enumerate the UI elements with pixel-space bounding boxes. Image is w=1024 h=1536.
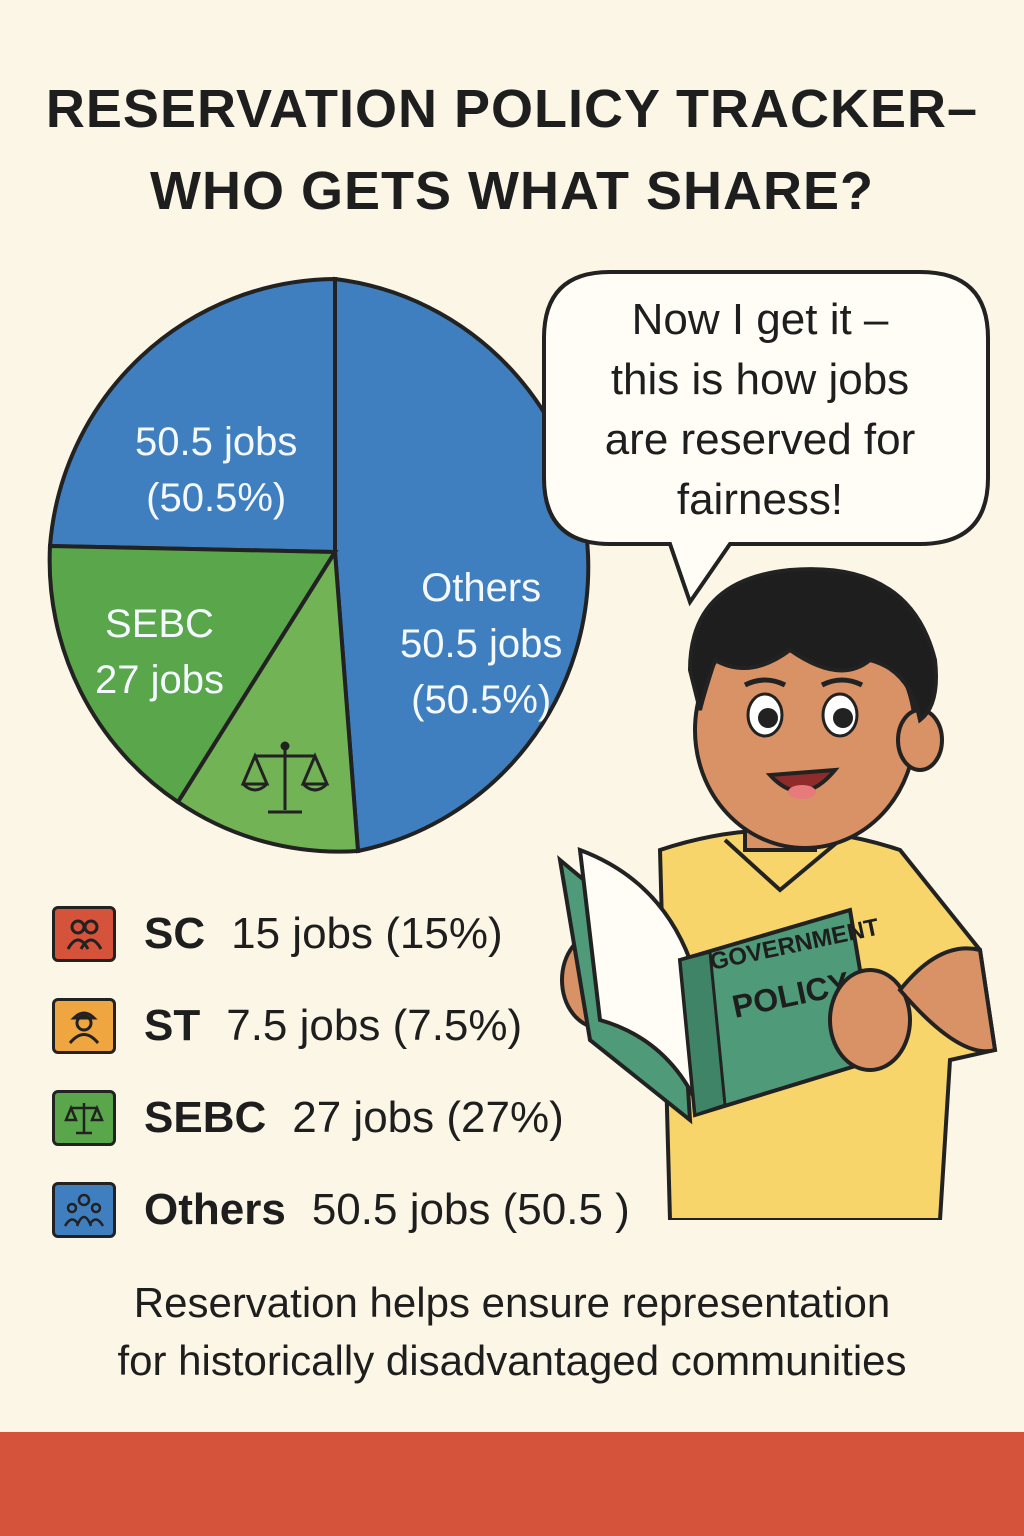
legend-item-others: Others 50.5 jobs (50.5 )	[52, 1164, 630, 1256]
pie-label-upper-left-line2: (50.5%)	[146, 476, 287, 520]
pie-label-others-line1: Others	[421, 566, 542, 610]
legend-value-sebc: 27 jobs (27%)	[292, 1093, 564, 1142]
pie-label-others: Others 50.5 jobs (50.5%)	[400, 560, 562, 728]
page-title: RESERVATION POLICY TRACKER– WHO GETS WHA…	[0, 68, 1024, 232]
footer-caption: Reservation helps ensure representation …	[0, 1274, 1024, 1390]
legend-value-others: 50.5 jobs (50.5 )	[311, 1185, 630, 1234]
pie-label-upper-left: 50.5 jobs (50.5%)	[135, 414, 297, 526]
footer-line-1: Reservation helps ensure representation	[133, 1279, 891, 1326]
speech-text: Now I get it – this is how jobs are rese…	[560, 290, 960, 530]
legend-name-sebc: SEBC	[144, 1093, 267, 1142]
pie-label-others-line3: (50.5%)	[411, 678, 552, 722]
legend-item-st: ST 7.5 jobs (7.5%)	[52, 980, 630, 1072]
legend-name-st: ST	[144, 1001, 201, 1050]
pie-label-sebc: SEBC 27 jobs	[95, 596, 224, 708]
scales-icon	[52, 1090, 116, 1146]
pie-label-upper-left-line1: 50.5 jobs	[135, 420, 298, 464]
chart-legend: SC 15 jobs (15%) ST 7.5 jobs (7.5%) SEBC…	[52, 888, 630, 1256]
legend-value-st: 7.5 jobs (7.5%)	[226, 1001, 523, 1050]
group-people-icon	[52, 1182, 116, 1238]
footer-line-2: for historically disadvantaged communiti…	[117, 1337, 907, 1384]
legend-item-sc: SC 15 jobs (15%)	[52, 888, 630, 980]
person-cap-icon	[52, 998, 116, 1054]
legend-value-sc: 15 jobs (15%)	[231, 909, 503, 958]
pie-label-sebc-line2: 27 jobs	[95, 658, 224, 702]
legend-name-sc: SC	[144, 909, 206, 958]
title-line-1: RESERVATION POLICY TRACKER–	[45, 79, 979, 139]
speech-line-3: are reserved for	[604, 415, 916, 464]
speech-line-2: this is how jobs	[610, 355, 910, 404]
speech-line-1: Now I get it –	[631, 295, 889, 344]
legend-item-sebc: SEBC 27 jobs (27%)	[52, 1072, 630, 1164]
title-line-2: WHO GETS WHAT SHARE?	[150, 161, 874, 221]
pie-label-sebc-line1: SEBC	[105, 602, 214, 646]
legend-name-others: Others	[144, 1185, 286, 1234]
two-people-icon	[52, 906, 116, 962]
bottom-band	[0, 1432, 1024, 1536]
pie-label-others-line2: 50.5 jobs	[400, 622, 563, 666]
